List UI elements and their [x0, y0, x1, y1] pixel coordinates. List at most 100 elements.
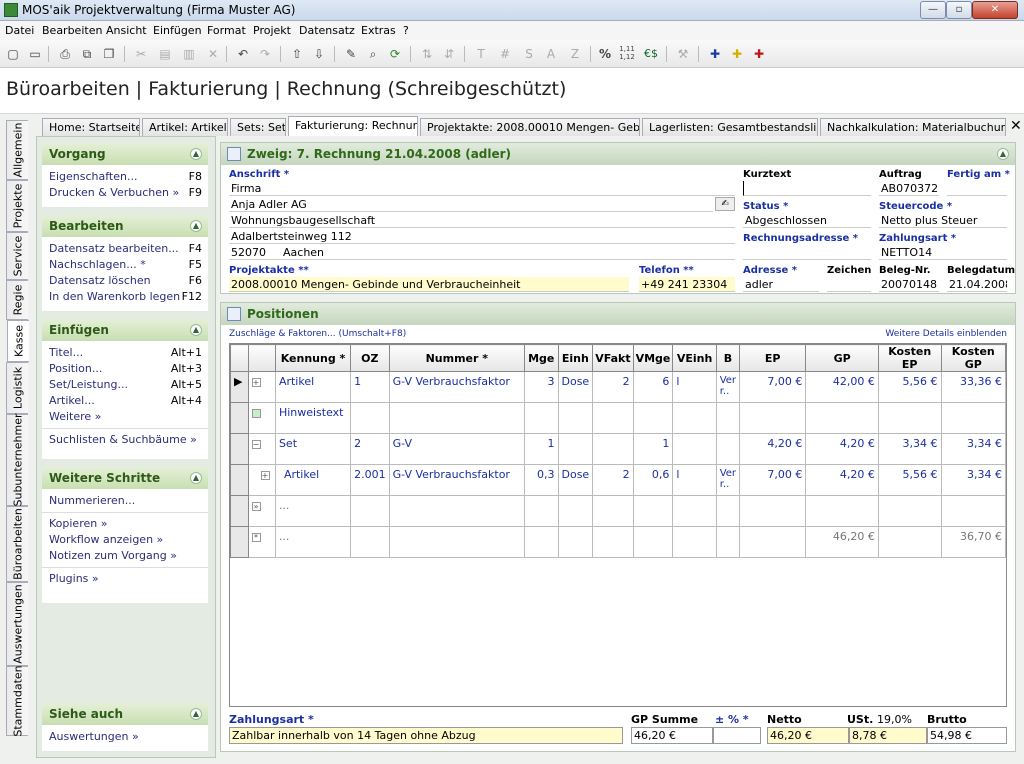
cell-kgp[interactable]: 3,34 € [940, 464, 1007, 496]
paste-icon[interactable]: ▤ [156, 45, 174, 63]
vtab-bueroarbeiten[interactable]: Büroarbeiten [6, 506, 28, 582]
cell-veinh[interactable]: l [672, 371, 717, 403]
table-row[interactable]: ■ Hinweistext [230, 402, 1007, 434]
action-notizen[interactable]: Notizen zum Vorgang » [42, 548, 208, 564]
tab-projektakte[interactable]: Projektakte: 2008.00010 Mengen- Gebinde [420, 118, 640, 136]
col-mge[interactable]: Mge [524, 344, 559, 372]
action-drucken[interactable]: Drucken & Verbuchen » F9 [42, 185, 208, 201]
cell-einh[interactable]: Dose [557, 464, 594, 496]
z-icon[interactable]: Z [566, 45, 584, 63]
expand-icon[interactable]: + [260, 471, 270, 480]
vtab-stammdaten[interactable]: Stammdaten [6, 665, 28, 737]
cell-vmge[interactable] [632, 526, 674, 558]
close-button[interactable]: ✕ [972, 1, 1018, 19]
vtab-allgemein[interactable]: Allgemein [6, 120, 28, 180]
tree-node-icon[interactable]: * [247, 526, 276, 558]
cell-kep[interactable]: 5,56 € [877, 371, 942, 403]
s-icon[interactable]: S [520, 45, 538, 63]
kurztext-field[interactable] [743, 181, 871, 196]
open-folder-icon[interactable]: ▭ [26, 45, 44, 63]
col-nummer[interactable]: Nummer * [388, 344, 526, 372]
cell-gp[interactable]: 46,20 € [805, 526, 879, 558]
cell-gp[interactable]: 42,00 € [805, 371, 879, 403]
anschrift-line-3[interactable]: Wohnungsbaugesellschaft [229, 213, 735, 228]
tab-home[interactable]: Home: Startseite [42, 118, 140, 136]
cell-kgp[interactable]: 36,70 € [940, 526, 1007, 558]
cell-nummer[interactable]: G-V Verbrauchsfaktor [388, 371, 526, 403]
cell-veinh[interactable] [672, 402, 717, 434]
cell-einh[interactable] [557, 495, 594, 527]
status-field[interactable]: Abgeschlossen [743, 213, 871, 228]
action-plugins[interactable]: Plugins » [42, 571, 208, 587]
table-row[interactable]: + Artikel 2.001 G-V Verbrauchsfaktor 0,3 Dose… [230, 464, 1007, 496]
copy-icon[interactable]: ❐ [100, 45, 118, 63]
cell-ep[interactable]: 4,20 € [739, 433, 807, 465]
cell-kep[interactable]: 5,56 € [877, 464, 942, 496]
cell-gp[interactable]: 4,20 € [805, 464, 879, 496]
cell-vmge[interactable] [632, 402, 674, 434]
zeichen-field[interactable] [827, 277, 871, 292]
collapse-icon[interactable]: ▲ [190, 220, 202, 232]
cell-oz[interactable] [350, 526, 390, 558]
minimize-button[interactable]: — [920, 1, 946, 19]
expand-icon[interactable]: + [251, 378, 261, 387]
ust-field[interactable]: 8,78 € [849, 727, 927, 744]
collapse-icon[interactable]: ▲ [997, 148, 1009, 160]
auftrag-field[interactable]: AB070372 [879, 181, 939, 196]
cell-kep[interactable] [877, 402, 942, 434]
cell-einh[interactable]: Dose [557, 371, 594, 403]
belegdatum-field[interactable]: 21.04.2008 [947, 277, 1007, 292]
weitere-details-link[interactable]: Weitere Details einblenden [885, 329, 1007, 339]
action-warenkorb[interactable]: In den Warenkorb legen F12 [42, 289, 208, 305]
cell-kennung[interactable]: ... [274, 495, 352, 527]
a-icon[interactable]: A [542, 45, 560, 63]
puzzle-blue-icon[interactable]: ✚ [706, 45, 724, 63]
row-indicator[interactable] [230, 495, 249, 527]
row-indicator[interactable] [230, 464, 249, 496]
row-indicator[interactable]: ▶ [230, 371, 249, 403]
cell-ep[interactable]: 7,00 € [739, 371, 807, 403]
action-weitere[interactable]: Weitere » [42, 409, 208, 425]
adresse-field[interactable]: adler [743, 277, 819, 292]
expand-icon[interactable]: » [251, 502, 261, 511]
print-icon[interactable]: ⎙ [56, 45, 74, 63]
menu-datei[interactable]: Datei [5, 24, 34, 37]
plus-minus-percent-field[interactable] [713, 727, 761, 744]
refresh-icon[interactable]: ⟳ [386, 45, 404, 63]
undo-icon[interactable]: ↶ [234, 45, 252, 63]
vtab-auswertungen[interactable]: Auswertungen [6, 582, 28, 666]
cell-mge[interactable] [524, 402, 559, 434]
cell-gp[interactable] [805, 402, 879, 434]
puzzle-red-icon[interactable]: ✚ [750, 45, 768, 63]
cell-b[interactable] [715, 526, 741, 558]
close-tab-icon[interactable]: ✕ [1010, 118, 1022, 134]
cell-vmge[interactable]: 1 [632, 433, 674, 465]
cell-einh[interactable] [557, 433, 594, 465]
cell-veinh[interactable]: l [672, 464, 717, 496]
cell-kennung[interactable]: Artikel [274, 371, 352, 403]
tab-nachkalkulation[interactable]: Nachkalkulation: Materialbuchungen [820, 118, 1006, 136]
tree-node-icon[interactable]: » [247, 495, 276, 527]
cell-mge[interactable]: 0,3 [524, 464, 559, 496]
sort-asc-icon[interactable]: ⇅ [418, 45, 436, 63]
tab-lagerlisten[interactable]: Lagerlisten: Gesamtbestandsliste [642, 118, 818, 136]
cell-vfakt[interactable] [592, 402, 634, 434]
cell-b[interactable] [715, 402, 741, 434]
action-eigenschaften[interactable]: Eigenschaften... F8 [42, 169, 208, 185]
cell-mge[interactable]: 3 [524, 371, 559, 403]
collapse-icon[interactable]: ▲ [190, 148, 202, 160]
new-document-icon[interactable]: ▢ [4, 45, 22, 63]
tab-sets[interactable]: Sets: Set [230, 118, 286, 136]
col-vfakt[interactable]: VFakt [592, 344, 634, 372]
action-nachschlagen[interactable]: Nachschlagen... * F5 [42, 257, 208, 273]
maximize-button[interactable]: ▫ [946, 1, 972, 19]
zahlungsart-field[interactable]: Zahlbar innerhalb von 14 Tagen ohne Abzu… [229, 727, 623, 744]
collapse-icon[interactable]: ▲ [190, 472, 202, 484]
collapse-icon[interactable]: ▲ [190, 324, 202, 336]
cell-nummer[interactable]: G-V Verbrauchsfaktor [388, 464, 526, 496]
cell-kennung[interactable]: Artikel [274, 464, 352, 496]
vtab-logistik[interactable]: Logistik [6, 362, 28, 414]
cell-ep[interactable] [739, 495, 807, 527]
vtab-service[interactable]: Service [6, 232, 28, 280]
cell-nummer[interactable] [388, 495, 526, 527]
